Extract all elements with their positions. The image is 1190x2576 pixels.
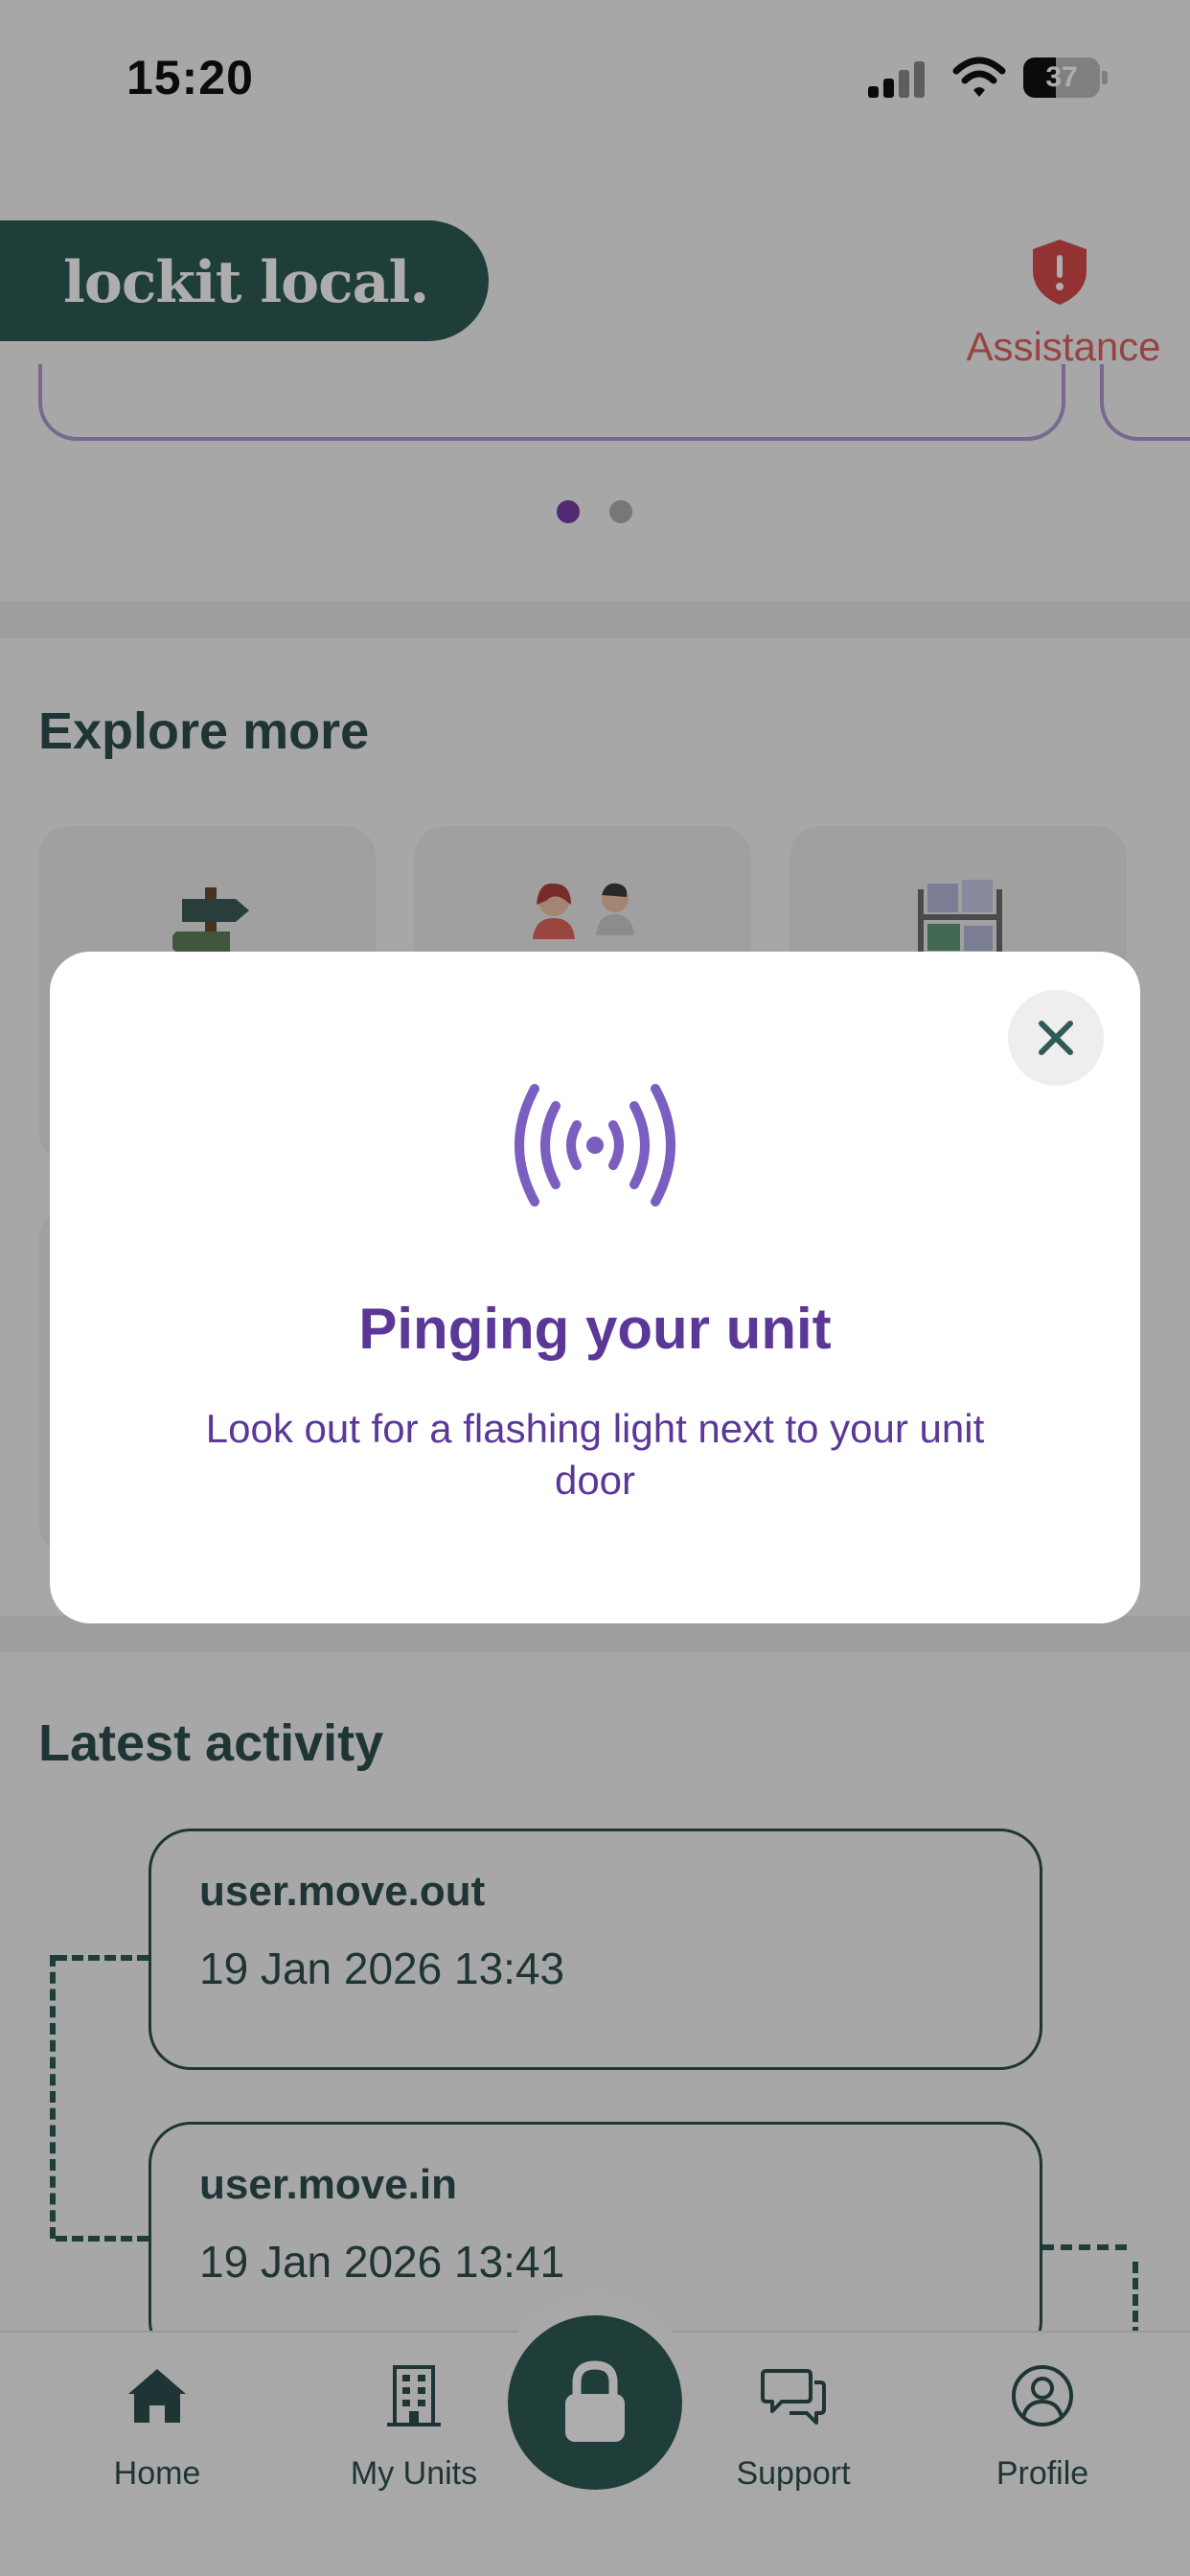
app-screen: 15:20 37 lockit local. Assistance Explor…: [0, 0, 1190, 2576]
modal-message: Look out for a flashing light next to yo…: [205, 1406, 985, 1503]
close-icon: [1039, 1021, 1073, 1055]
close-button[interactable]: [1008, 990, 1104, 1086]
ping-modal: [50, 952, 1140, 1623]
broadcast-icon: [515, 1084, 675, 1207]
modal-title: Pinging your unit: [358, 1297, 832, 1361]
